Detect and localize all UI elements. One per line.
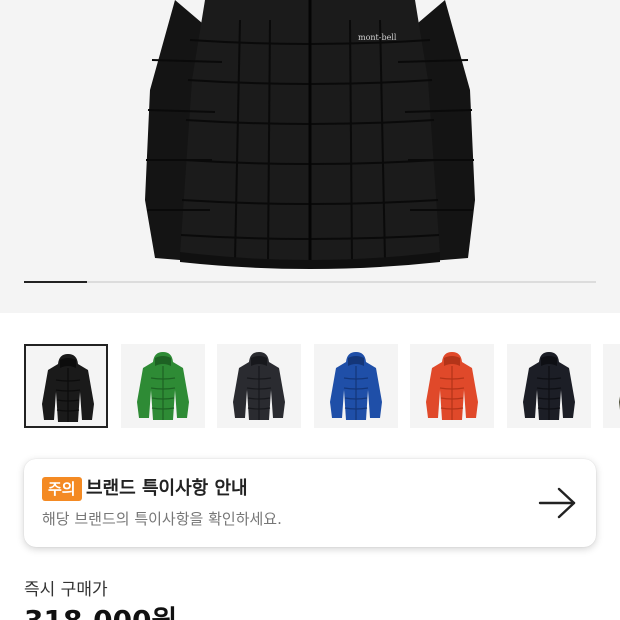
arrow-right-icon[interactable] [538, 485, 578, 521]
gallery-progress-track [24, 281, 596, 283]
jacket-thumbnail-image [426, 352, 478, 420]
color-thumbnail-green[interactable] [120, 344, 205, 428]
jacket-thumbnail-image [522, 352, 575, 420]
warning-badge: 주의 [42, 477, 82, 501]
jacket-thumbnail-image [233, 352, 285, 420]
jacket-thumbnail-image [136, 352, 189, 420]
down-jacket-illustration: mont-bell [145, 0, 475, 269]
instant-buy-price: 318,000원 [24, 604, 177, 620]
color-thumbnail-orange-red[interactable] [410, 344, 494, 428]
svg-text:mont-bell: mont-bell [358, 33, 397, 42]
color-thumbnail-navy-black[interactable] [506, 344, 591, 428]
instant-buy-price-label: 즉시 구매가 [24, 580, 108, 600]
jacket-thumbnail-image [619, 396, 620, 410]
brand-notice-card[interactable]: 주의 브랜드 특이사항 안내 해당 브랜드의 특이사항을 확인하세요. [24, 459, 596, 547]
color-thumbnail-charcoal[interactable] [217, 344, 301, 428]
color-thumbnail-blue[interactable] [313, 344, 398, 428]
jacket-thumbnail-image [329, 352, 382, 420]
jacket-thumbnail-image [42, 354, 94, 422]
color-thumbnail-strip[interactable] [24, 344, 620, 428]
notice-title: 브랜드 특이사항 안내 [86, 478, 248, 499]
color-thumbnail-olive[interactable] [603, 344, 620, 428]
color-thumbnail-black[interactable] [24, 344, 108, 428]
product-hero-image[interactable]: mont-bell [0, 0, 620, 313]
gallery-progress-indicator [24, 281, 87, 283]
notice-subtitle: 해당 브랜드의 특이사항을 확인하세요. [42, 510, 282, 528]
